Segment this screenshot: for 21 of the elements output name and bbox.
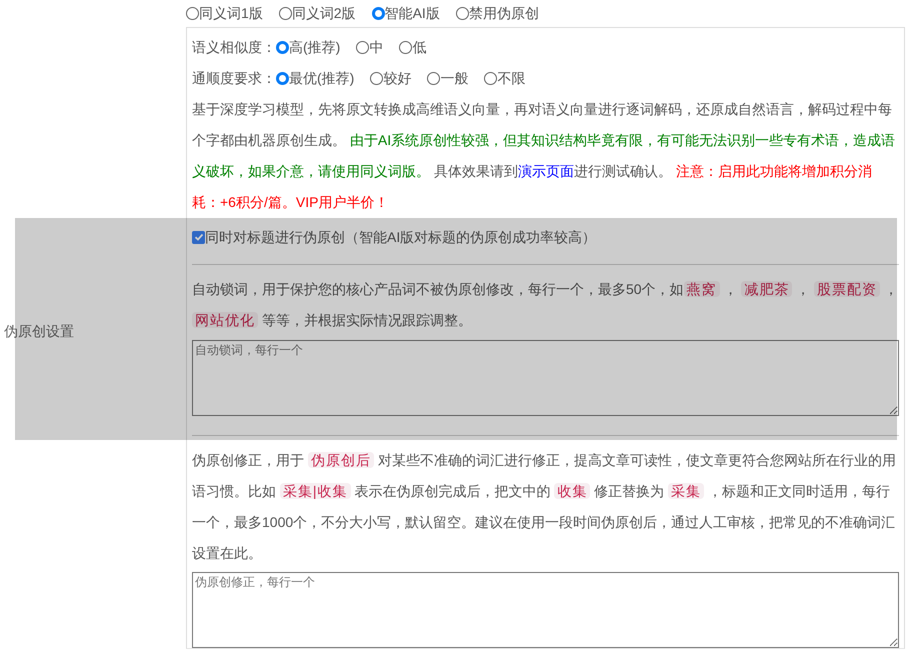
radio-option[interactable]: 同义词1版	[186, 3, 263, 24]
radio-option[interactable]: 最优(推荐)	[276, 68, 354, 89]
radio-option[interactable]: 一般	[427, 68, 468, 89]
radio-option[interactable]: 同义词2版	[278, 3, 356, 24]
radio-option[interactable]: 低	[399, 37, 426, 58]
radio-option[interactable]: 高(推荐)	[276, 37, 340, 58]
radio-option[interactable]: 智能AI版	[372, 3, 440, 24]
lock-words-field[interactable]: 自动锁词，每行一个	[192, 340, 899, 416]
demo-page-link[interactable]: 演示页面	[518, 163, 574, 179]
correction-description: 伪原创修正，用于 伪原创后 对某些不准确的词汇进行修正，提高文章可读性，使文章更符合您网站所在行业的用语习惯。比如 采集|收集 表示在伪原创完成后，把文中的 收集 修正替换为 采集 ，标题和正文同时适用，每行一个，最多1000个，不分大小写，默认留空。建议在使用一段时间伪原创后，通过人工审核，把常见的不准确词汇设置在此。	[192, 451, 897, 563]
radio-option[interactable]: 中	[356, 37, 384, 58]
lock-words-description: 自动锁词，用于保护您的核心产品词不被伪原创修改，每行一个，最多50个，如 燕窝 ， 减肥茶 ， 股票配资 ， 网站优化 等等，并根据实际情况跟踪调整。	[192, 280, 899, 330]
ai-description: 基于深度学习模型，先将原文转换成高维语义向量，再对语义向量进行逐词解码，还原成自然语言，解码过程中每个字都由机器原创生成。 由于AI系统原创性较强，但其知识结构毕竟有限，有可能无法识别一些专有术语，造成语义破坏，如果介意，请使用同义词版。 具体效果请到演示页面进行测试确认。 注意：启用此功能将增加积分消耗：+6积分/篇。VIP用户半价！	[192, 100, 896, 212]
radio-option[interactable]: 不限	[484, 68, 526, 89]
radio-option[interactable]: 较好	[370, 68, 412, 89]
settings-label: 伪原创设置	[4, 322, 74, 340]
title-checkbox-option[interactable]: 同时对标题进行伪原创（智能AI版对标题的伪原创成功率较高）	[192, 219, 899, 255]
fluency-label: 通顺度要求：	[192, 69, 276, 88]
similarity-label: 语义相似度：	[192, 38, 276, 57]
radio-option[interactable]: 禁用伪原创	[456, 3, 539, 24]
correction-field[interactable]: 伪原创修正，每行一个	[192, 572, 899, 648]
